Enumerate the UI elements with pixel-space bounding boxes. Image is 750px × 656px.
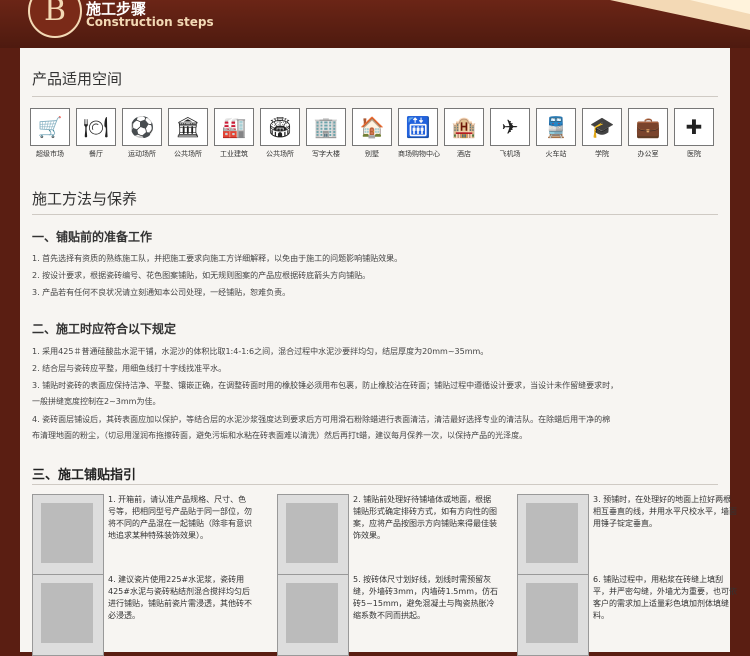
step-text: 5. 按砖体尺寸划好线，划线时需预留灰缝，外墙砖3mm，内墙砖1.5mm，仿石砖…: [353, 575, 498, 620]
hotel-icon: 🏨: [444, 108, 484, 146]
prep-line: 3. 产品若有任何不良状况请立刻通知本公司处理，一经铺贴，恕难负责。: [32, 288, 291, 297]
space-icon-item: 🛒 超级市场: [30, 108, 70, 166]
construction-line: 1. 采用425＃普通硅酸盐水泥干铺，水泥沙的体积比取1:4-1:6之间，混合过…: [32, 347, 489, 356]
step-illustration: [277, 574, 349, 656]
space-icon-item: ✈ 飞机场: [490, 108, 530, 166]
stadium-icon: 🏟: [260, 108, 300, 146]
space-icon-label: 飞机场: [499, 150, 521, 158]
construction-line: 3. 铺贴时瓷砖的表面应保持洁净、平整、镶嵌正确，在调整砖面时用的橡胶锤必须用布…: [32, 381, 619, 390]
space-icon-label: 医院: [687, 150, 701, 158]
step-illustration: [277, 494, 349, 576]
sports-icon: ⚽: [122, 108, 162, 146]
space-icon-label: 运动场所: [128, 150, 156, 158]
space-icon-item: 💼 办公室: [628, 108, 668, 166]
applicable-spaces-title: 产品适用空间: [32, 70, 123, 88]
section-badge: B: [28, 0, 82, 38]
content-panel: 产品适用空间 🛒 超级市场 🍽 餐厅 ⚽ 运动场所 🏛 公共场所 🏭 工业建筑 🏟 公共场所 🏢 写字大楼…: [20, 48, 737, 656]
space-icon-item: 🚆 火车站: [536, 108, 576, 166]
escalator-icon: 🛗: [398, 108, 438, 146]
space-icon-label: 商场购物中心: [398, 150, 440, 158]
space-icon-label: 工业建筑: [220, 150, 248, 158]
space-icon-item: 🎓 学院: [582, 108, 622, 166]
space-icon-item: 🏨 酒店: [444, 108, 484, 166]
prep-line: 1. 首先选择有资质的熟练施工队，并把施工要求向施工方详细解释，以免由于施工的问…: [32, 254, 403, 263]
header-banner: B 施工步骤 Construction steps: [0, 0, 750, 48]
space-icon-label: 超级市场: [36, 150, 64, 158]
step-card: 2. 铺贴前处理好待铺墙体或地面，根据铺贴形式确定排砖方式，如有方向性的图案，应…: [277, 494, 497, 576]
step-illustration: [517, 494, 589, 576]
space-icon-item: 🏟 公共场所: [260, 108, 300, 166]
hospital-icon: ✚: [674, 108, 714, 146]
space-icon-item: ⚽ 运动场所: [122, 108, 162, 166]
space-icon-label: 公共场所: [174, 150, 202, 158]
space-icon-item: 🏭 工业建筑: [214, 108, 254, 166]
step-card: 4. 建议瓷片使用225#水泥浆，瓷砖用425#水泥与瓷砖粘结剂混合搅拌均匀后进…: [32, 574, 252, 656]
corner-decoration-inner: [690, 0, 750, 14]
villa-icon: 🏠: [352, 108, 392, 146]
step-text: 6. 铺贴过程中，用粘浆在砖缝上填刮平，并严密勾缝，外墙尤为重要，也可依客户的需…: [593, 575, 737, 620]
space-icon-item: 🏛 公共场所: [168, 108, 208, 166]
guide-title: 三、施工铺贴指引: [32, 468, 137, 483]
space-icon-item: ✚ 医院: [674, 108, 714, 166]
divider: [32, 484, 718, 485]
step-card: 6. 铺贴过程中，用粘浆在砖缝上填刮平，并严密勾缝，外墙尤为重要，也可依客户的需…: [517, 574, 737, 656]
prep-title: 一、铺贴前的准备工作: [32, 230, 153, 244]
office-tower-icon: 🏢: [306, 108, 346, 146]
header-subtitle: Construction steps: [86, 15, 214, 29]
method-maintenance-title: 施工方法与保养: [32, 190, 138, 208]
train-icon: 🚆: [536, 108, 576, 146]
airport-icon: ✈: [490, 108, 530, 146]
construction-title: 二、施工时应符合以下规定: [32, 322, 177, 336]
space-icon-label: 写字大楼: [312, 150, 340, 158]
restaurant-icon: 🍽: [76, 108, 116, 146]
space-icon-item: 🏢 写字大楼: [306, 108, 346, 166]
step-card: 1. 开箱前，请认准产品规格、尺寸、色号等，把相同型号产品贴于同一部位，勿将不同…: [32, 494, 252, 576]
construction-line: 2. 结合层与瓷砖应平整，用细鱼线打十字线找准平水。: [32, 364, 227, 373]
prep-line: 2. 按设计要求，根据瓷砖编号、花色图案铺贴，如无规则图案的产品应根据砖底箭头方…: [32, 271, 371, 280]
step-text: 1. 开箱前，请认准产品规格、尺寸、色号等，把相同型号产品贴于同一部位，勿将不同…: [108, 495, 252, 540]
divider: [32, 214, 718, 215]
space-icon-item: 🏠 别墅: [352, 108, 392, 166]
step-illustration: [32, 574, 104, 656]
space-icon-item: 🛗 商场购物中心: [398, 108, 440, 166]
space-icon-label: 办公室: [637, 150, 659, 158]
office-desk-icon: 💼: [628, 108, 668, 146]
step-text: 2. 铺贴前处理好待铺墙体或地面，根据铺贴形式确定排砖方式，如有方向性的图案，应…: [353, 495, 497, 540]
step-illustration: [517, 574, 589, 656]
space-icon-label: 酒店: [457, 150, 471, 158]
space-icon-item: 🍽 餐厅: [76, 108, 116, 166]
step-text: 4. 建议瓷片使用225#水泥浆，瓷砖用425#水泥与瓷砖粘结剂混合搅拌均匀后进…: [108, 575, 252, 620]
public-building-icon: 🏛: [168, 108, 208, 146]
construction-line: 布清理地面的粉尘，（切忌用湿润布拖擦砖面，避免污垢和水粘在砖表面难以清洗）然后再…: [32, 431, 528, 440]
school-icon: 🎓: [582, 108, 622, 146]
divider: [32, 96, 718, 97]
step-card: 5. 按砖体尺寸划好线，划线时需预留灰缝，外墙砖3mm，内墙砖1.5mm，仿石砖…: [277, 574, 498, 656]
space-icon-label: 学院: [595, 150, 609, 158]
space-icons-row: 🛒 超级市场 🍽 餐厅 ⚽ 运动场所 🏛 公共场所 🏭 工业建筑 🏟 公共场所 🏢 写字大楼 🏠 别墅 🛗 商场购…: [30, 108, 720, 168]
cart-icon: 🛒: [30, 108, 70, 146]
space-icon-label: 别墅: [365, 150, 379, 158]
space-icon-label: 餐厅: [89, 150, 103, 158]
space-icon-label: 公共场所: [266, 150, 294, 158]
factory-icon: 🏭: [214, 108, 254, 146]
step-text: 3. 预铺时，在处理好的地面上拉好两根相互垂直的线，并用水平尺校水平，墙面用锤子…: [593, 495, 737, 528]
space-icon-label: 火车站: [545, 150, 567, 158]
step-illustration: [32, 494, 104, 576]
construction-line: 一般拼缝宽度控制在2~3mm为佳。: [32, 397, 161, 406]
step-card: 3. 预铺时，在处理好的地面上拉好两根相互垂直的线，并用水平尺校水平，墙面用锤子…: [517, 494, 737, 576]
construction-line: 4. 瓷砖面层铺设后，其砖表面应加以保护，等结合层的水泥沙浆强度达到要求后方可用…: [32, 415, 611, 424]
